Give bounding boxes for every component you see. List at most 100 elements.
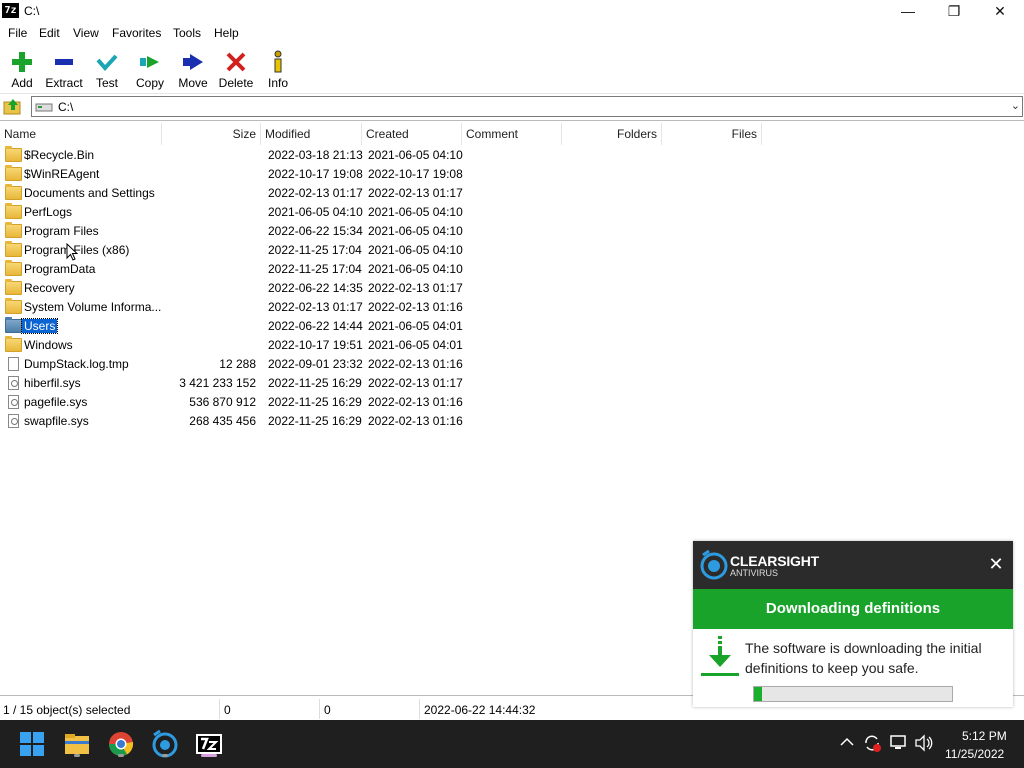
- column-modified[interactable]: Modified: [261, 123, 362, 145]
- file-modified: 2022-02-13 01:17: [268, 300, 363, 314]
- table-row[interactable]: PerfLogs 2021-06-05 04:10 2021-06-05 04:10: [0, 203, 1024, 222]
- menu-tools[interactable]: Tools: [173, 26, 201, 40]
- table-row[interactable]: Program Files 2022-06-22 15:34 2021-06-05 …: [0, 222, 1024, 241]
- info-button[interactable]: Info: [256, 46, 300, 92]
- file-size: 268 435 456: [189, 414, 256, 428]
- file-icon: [8, 376, 19, 390]
- notification-message: The software is downloading the initial …: [745, 640, 982, 676]
- table-row[interactable]: swapfile.sys 268 435 456 2022-11-25 16:29 2…: [0, 412, 1024, 431]
- column-created[interactable]: Created: [362, 123, 462, 145]
- file-name: $Recycle.Bin: [24, 148, 95, 162]
- menu-edit[interactable]: Edit: [39, 26, 60, 40]
- chevron-up-icon[interactable]: [840, 737, 854, 747]
- file-created: 2022-10-17 19:08: [368, 167, 463, 181]
- windows-start-icon[interactable]: [16, 728, 48, 760]
- move-label: Move: [178, 76, 208, 90]
- toolbar: Add Extract Test Copy Move Delete Info: [0, 44, 1024, 94]
- running-indicator: [118, 754, 124, 757]
- delete-button[interactable]: Delete: [214, 46, 258, 92]
- file-modified: 2022-06-22 14:44: [268, 319, 363, 333]
- folder-up-icon: [3, 99, 21, 115]
- extract-label: Extract: [45, 76, 83, 90]
- file-modified: 2022-09-01 23:32: [268, 357, 363, 371]
- menu-favorites[interactable]: Favorites: [112, 26, 161, 40]
- volume-icon[interactable]: [914, 734, 934, 752]
- folder-icon: [5, 203, 22, 219]
- delete-label: Delete: [218, 76, 254, 90]
- folder-icon: [5, 260, 22, 276]
- window-title: C:\: [24, 4, 40, 18]
- status-separator: [319, 699, 320, 719]
- file-modified: 2022-11-25 17:04: [268, 243, 362, 257]
- taskbar: 5:12 PM 11/25/2022: [0, 720, 1024, 768]
- file-modified: 2022-06-22 15:34: [268, 224, 363, 238]
- folder-icon: [5, 279, 22, 295]
- close-button[interactable]: ✕: [977, 0, 1023, 22]
- address-input[interactable]: C:\ ⌄: [31, 96, 1023, 117]
- file-name: pagefile.sys: [24, 395, 88, 409]
- file-modified: 2022-02-13 01:17: [268, 186, 363, 200]
- file-icon: [8, 357, 19, 371]
- file-created: 2022-02-13 01:16: [368, 414, 463, 428]
- table-row[interactable]: $WinREAgent 2022-10-17 19:08 2022-10-17 19…: [0, 165, 1024, 184]
- 7zip-icon[interactable]: [193, 728, 225, 760]
- clearsight-icon[interactable]: [149, 728, 181, 760]
- delete-x-icon: [226, 52, 246, 72]
- minimize-button[interactable]: —: [885, 0, 931, 22]
- column-size[interactable]: Size: [162, 123, 261, 145]
- column-folders[interactable]: Folders: [562, 123, 662, 145]
- file-modified: 2022-10-17 19:08: [268, 167, 363, 181]
- folder-up-button[interactable]: [3, 97, 25, 117]
- notification-close-button[interactable]: ✕: [987, 555, 1005, 573]
- status-packed-size: 0: [324, 703, 331, 717]
- address-bar: C:\ ⌄: [0, 96, 1024, 118]
- file-name: DumpStack.log.tmp: [24, 357, 129, 371]
- menu-help[interactable]: Help: [214, 26, 239, 40]
- folder-icon: [5, 298, 22, 314]
- menu-file[interactable]: File: [8, 26, 27, 40]
- column-files[interactable]: Files: [662, 123, 762, 145]
- folder-icon: [5, 165, 22, 181]
- column-name[interactable]: Name: [0, 123, 162, 145]
- copy-button[interactable]: Copy: [128, 46, 172, 92]
- menu-view[interactable]: View: [73, 26, 99, 40]
- move-button[interactable]: Move: [171, 46, 215, 92]
- file-name: swapfile.sys: [24, 414, 89, 428]
- file-created: 2021-06-05 04:10: [368, 243, 463, 257]
- table-row[interactable]: Recovery 2022-06-22 14:35 2022-02-13 01:17: [0, 279, 1024, 298]
- table-row[interactable]: Users 2022-06-22 14:44 2021-06-05 04:01: [0, 317, 1024, 336]
- column-comment[interactable]: Comment: [462, 123, 562, 145]
- network-icon[interactable]: [889, 734, 909, 752]
- file-name: ProgramData: [24, 262, 96, 276]
- file-name: PerfLogs: [24, 205, 73, 219]
- table-row[interactable]: $Recycle.Bin 2022-03-18 21:13 2021-06-05 0…: [0, 146, 1024, 165]
- table-row[interactable]: Program Files (x86) 2022-11-25 17:04 2021-…: [0, 241, 1024, 260]
- test-button[interactable]: Test: [85, 46, 129, 92]
- maximize-button[interactable]: ❐: [931, 0, 977, 22]
- copy-label: Copy: [135, 76, 164, 90]
- chrome-icon[interactable]: [105, 728, 137, 760]
- table-row[interactable]: pagefile.sys 536 870 912 2022-11-25 16:29 2…: [0, 393, 1024, 412]
- table-row[interactable]: ProgramData 2022-11-25 17:04 2021-06-05 04…: [0, 260, 1024, 279]
- sync-alert-icon[interactable]: [862, 734, 882, 752]
- clock-time[interactable]: 5:12 PM: [962, 729, 1007, 743]
- file-modified: 2022-11-25 16:29: [268, 414, 362, 428]
- mouse-cursor-icon: [66, 243, 78, 261]
- plus-icon: [12, 52, 32, 72]
- table-row[interactable]: System Volume Informa... 2022-02-13 01:17…: [0, 298, 1024, 317]
- add-button[interactable]: Add: [0, 46, 44, 92]
- clock-date[interactable]: 11/25/2022: [945, 747, 1004, 761]
- running-indicator: [74, 754, 80, 757]
- notification-subbrand: ANTIVIRUS: [730, 568, 779, 578]
- table-row[interactable]: Windows 2022-10-17 19:51 2021-06-05 04:01: [0, 336, 1024, 355]
- file-created: 2021-06-05 04:10: [368, 205, 463, 219]
- chevron-down-icon[interactable]: ⌄: [1011, 99, 1020, 112]
- table-row[interactable]: hiberfil.sys 3 421 233 152 2022-11-25 16:2…: [0, 374, 1024, 393]
- file-created: 2021-06-05 04:10: [368, 148, 463, 162]
- file-explorer-icon[interactable]: [61, 728, 93, 760]
- table-row[interactable]: Documents and Settings 2022-02-13 01:17 20…: [0, 184, 1024, 203]
- extract-button[interactable]: Extract: [42, 46, 86, 92]
- file-size: 12 288: [219, 357, 256, 371]
- checkmark-icon: [96, 54, 118, 71]
- table-row[interactable]: DumpStack.log.tmp 12 288 2022-09-01 23:32 2…: [0, 355, 1024, 374]
